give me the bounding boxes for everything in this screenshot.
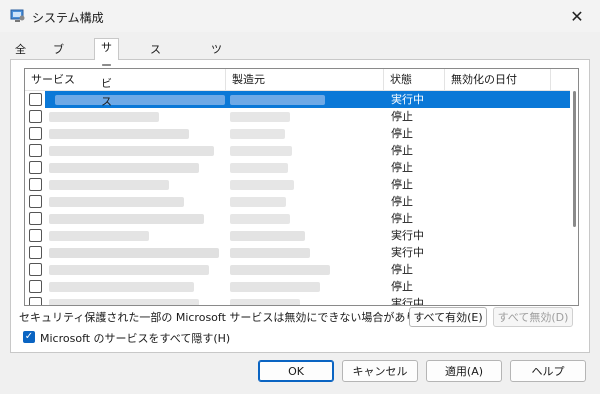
status-text: 実行中 (391, 246, 424, 259)
column-header-status[interactable]: 状態 (384, 69, 412, 90)
row-checkbox[interactable] (29, 161, 42, 174)
status-text: 停止 (391, 212, 413, 225)
tab-tools[interactable]: ツール (204, 40, 229, 92)
table-row[interactable]: 停止 (25, 125, 570, 142)
row-checkbox[interactable] (29, 93, 42, 106)
service-name-redacted (49, 299, 199, 305)
service-name-redacted (49, 112, 159, 122)
service-name-redacted (49, 214, 204, 224)
column-header-service[interactable]: サービス (25, 69, 75, 90)
service-name-redacted (49, 248, 219, 258)
close-icon: ✕ (570, 6, 584, 26)
row-checkbox[interactable] (29, 178, 42, 191)
table-row[interactable]: 実行中 (25, 295, 570, 306)
status-text: 実行中 (391, 297, 424, 306)
manufacturer-redacted (230, 231, 305, 241)
vertical-scrollbar[interactable] (571, 69, 578, 305)
manufacturer-redacted (230, 112, 290, 122)
manufacturer-redacted (230, 265, 330, 275)
service-name-redacted (49, 282, 194, 292)
service-name-redacted (49, 231, 149, 241)
status-text: 停止 (391, 263, 413, 276)
table-row[interactable]: 停止 (25, 159, 570, 176)
row-checkbox[interactable] (29, 212, 42, 225)
service-name-redacted (49, 129, 189, 139)
protected-services-notice: セキュリティ保護された一部の Microsoft サービスは無効にできない場合が… (19, 311, 449, 324)
status-text: 停止 (391, 127, 413, 140)
row-checkbox[interactable] (29, 229, 42, 242)
tab-startup[interactable]: スタートアップ (143, 40, 168, 164)
tab-general[interactable]: 全般 (8, 40, 33, 74)
ok-button[interactable]: OK (258, 360, 334, 382)
apply-button[interactable]: 適用(A) (426, 360, 502, 382)
hide-microsoft-checkbox[interactable]: ✓ (23, 331, 35, 343)
table-row[interactable]: 停止 (25, 278, 570, 295)
manufacturer-redacted (230, 248, 310, 258)
row-checkbox[interactable] (29, 263, 42, 276)
row-checkbox[interactable] (29, 127, 42, 140)
service-name-redacted (49, 146, 214, 156)
status-text: 停止 (391, 110, 413, 123)
cancel-button[interactable]: キャンセル (342, 360, 418, 382)
manufacturer-redacted (230, 197, 286, 207)
status-text: 実行中 (391, 93, 424, 106)
window-title: システム構成 (32, 11, 104, 25)
service-name-redacted (55, 95, 225, 105)
row-checkbox[interactable] (29, 246, 42, 259)
manufacturer-redacted (230, 214, 290, 224)
services-panel: サービス 製造元 状態 無効化の日付 実行中 停止 停止 停止 停止 停止 停止… (10, 59, 590, 353)
status-text: 停止 (391, 280, 413, 293)
status-text: 実行中 (391, 229, 424, 242)
manufacturer-redacted (230, 129, 285, 139)
msconfig-icon (10, 9, 25, 22)
row-checkbox[interactable] (29, 144, 42, 157)
enable-all-button[interactable]: すべて有効(E) (409, 307, 487, 327)
hide-microsoft-label[interactable]: Microsoft のサービスをすべて隠す(H) (40, 330, 230, 346)
column-divider[interactable] (550, 69, 551, 90)
service-name-redacted (49, 180, 169, 190)
status-text: 停止 (391, 178, 413, 191)
column-header-disabled-date[interactable]: 無効化の日付 (445, 69, 517, 90)
manufacturer-redacted (230, 282, 320, 292)
table-row[interactable]: 実行中 (25, 244, 570, 261)
status-text: 停止 (391, 144, 413, 157)
manufacturer-redacted (230, 146, 292, 156)
disable-all-button[interactable]: すべて無効(D) (493, 307, 573, 327)
table-row[interactable]: 停止 (25, 193, 570, 210)
manufacturer-redacted (230, 163, 288, 173)
title-bar: システム構成 ✕ (0, 0, 600, 32)
row-checkbox[interactable] (29, 297, 42, 305)
row-checkbox[interactable] (29, 195, 42, 208)
service-name-redacted (49, 163, 199, 173)
manufacturer-redacted (230, 180, 294, 190)
row-checkbox[interactable] (29, 110, 42, 123)
table-row[interactable]: 停止 (25, 176, 570, 193)
table-row[interactable]: 停止 (25, 261, 570, 278)
help-button[interactable]: ヘルプ (510, 360, 586, 382)
status-text: 停止 (391, 195, 413, 208)
table-row[interactable]: 停止 (25, 142, 570, 159)
manufacturer-redacted (230, 299, 300, 305)
service-name-redacted (49, 265, 209, 275)
table-row[interactable]: 実行中 (25, 227, 570, 244)
table-row[interactable]: 停止 (25, 210, 570, 227)
service-name-redacted (49, 197, 184, 207)
tab-boot[interactable]: ブート (46, 40, 71, 92)
close-button[interactable]: ✕ (554, 0, 600, 32)
status-text: 停止 (391, 161, 413, 174)
tab-services[interactable]: サービス (94, 38, 119, 108)
column-header-manufacturer[interactable]: 製造元 (226, 69, 265, 90)
manufacturer-redacted (230, 95, 325, 105)
scrollbar-thumb[interactable] (573, 91, 576, 227)
row-checkbox[interactable] (29, 280, 42, 293)
